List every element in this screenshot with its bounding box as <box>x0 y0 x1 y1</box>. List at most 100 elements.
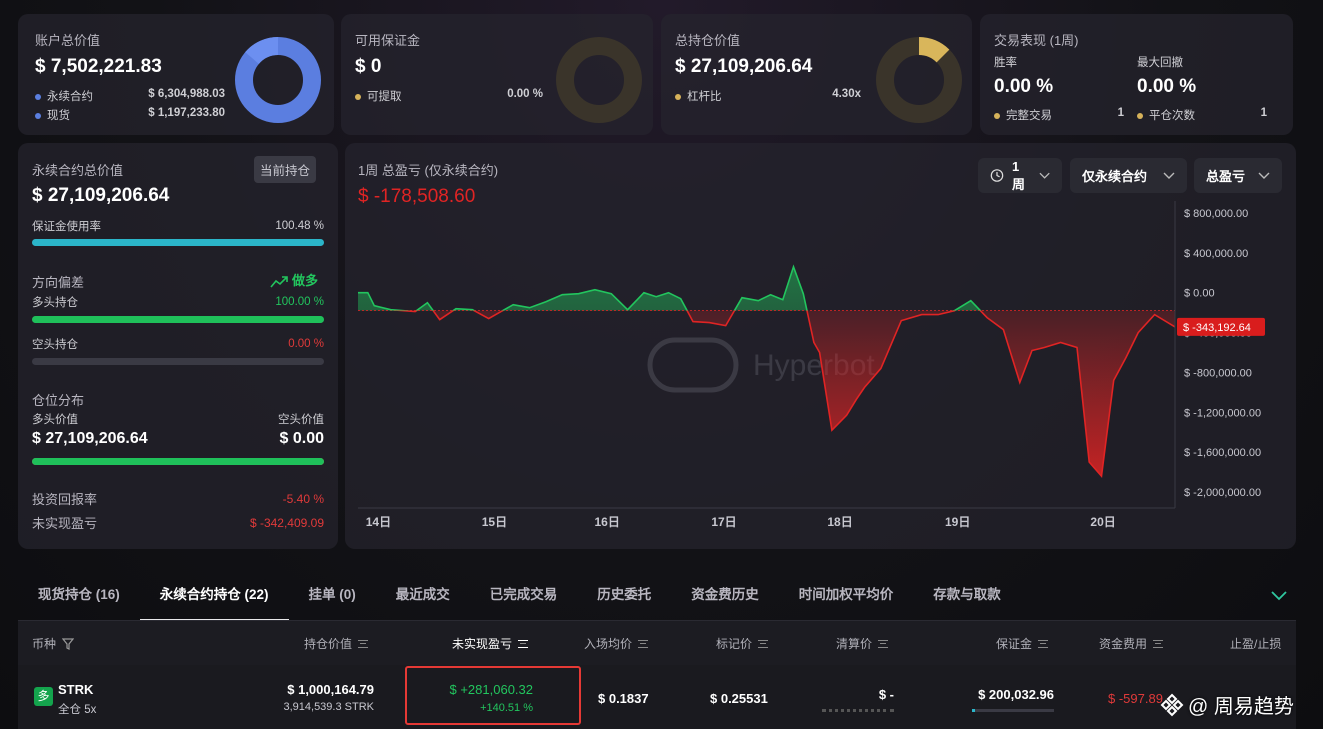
long-side-badge: 多 <box>34 687 53 706</box>
short-value: 0.00 % <box>288 338 324 350</box>
roi-row: 投资回报率 -5.40 % <box>32 491 324 508</box>
position-value-card: 总持仓价值 $ 27,109,206.64 杠杆比 4.30x <box>661 14 972 135</box>
clock-icon <box>990 169 1004 182</box>
margin-mini-bar <box>972 709 1054 712</box>
short-row: 空头持仓 0.00 % <box>32 338 324 351</box>
diamond-logo-icon <box>1160 693 1184 716</box>
margin-donut <box>556 37 642 123</box>
sort-icon <box>638 639 649 648</box>
tab-4[interactable]: 已完成交易 <box>470 577 578 621</box>
bias-label: 方向偏差 <box>32 275 85 290</box>
row-entry: $ 0.1837 <box>598 691 649 706</box>
roi-value: -5.40 % <box>282 491 324 506</box>
dist-bar <box>32 458 324 465</box>
trades-row: 完整交易 1 <box>994 107 1124 123</box>
col-upnl[interactable]: 未实现盈亏 <box>452 635 529 652</box>
y-tick-label: $ -800,000.00 <box>1184 367 1252 379</box>
drawdown-value: 0.00 % <box>1137 76 1197 97</box>
collapse-chevron-icon[interactable] <box>1271 591 1287 601</box>
y-tick-label: $ -2,000,000.00 <box>1184 487 1261 499</box>
account-total-title: 账户总价值 <box>35 33 101 48</box>
y-tick-label: $ -1,200,000.00 <box>1184 407 1261 419</box>
sort-icon <box>758 639 769 648</box>
pnl-chart[interactable]: Hyperbot 14日 15日 16日 17日 18日 19日 20日 $ 800,000… <box>345 195 1296 535</box>
col-entry[interactable]: 入场均价 <box>584 635 649 652</box>
table-header: 币种 持仓价值 未实现盈亏 入场均价 标记价 清算价 保证金 资金费用 止盈/止… <box>18 621 1296 665</box>
chart-title: 1周 总盈亏 (仅永续合约) <box>358 163 499 178</box>
winrate-value: 0.00 % <box>994 76 1054 97</box>
long-amount: $ 27,109,206.64 <box>32 430 148 447</box>
account-total-card: 账户总价值 $ 7,502,221.83 永续合约 $ 6,304,988.03… <box>18 14 334 135</box>
x-tick-label: 19日 <box>945 515 970 529</box>
available-margin-card: 可用保证金 $ 0 可提取 0.00 % <box>341 14 653 135</box>
tab-3[interactable]: 最近成交 <box>376 577 470 621</box>
long-row: 多头持仓 100.00 % <box>32 296 324 309</box>
tab-2[interactable]: 挂单 (0) <box>289 577 376 621</box>
x-tick-label: 16日 <box>595 515 620 529</box>
tab-7[interactable]: 时间加权平均价 <box>779 577 914 621</box>
tab-0[interactable]: 现货持仓 (16) <box>18 577 140 621</box>
dist-labels-row: 多头价值 空头价值 <box>32 414 324 426</box>
metric-dropdown[interactable]: 总盈亏 <box>1194 158 1282 193</box>
sort-icon <box>878 639 889 648</box>
account-spot-row: 现货 $ 1,197,233.80 <box>35 107 225 123</box>
col-margin[interactable]: 保证金 <box>996 635 1049 652</box>
sort-icon <box>1153 639 1164 648</box>
position-donut <box>876 37 962 123</box>
period-dropdown[interactable]: 1周 <box>978 158 1062 193</box>
row-upnl-pct: +140.51 % <box>480 702 533 714</box>
tab-1[interactable]: 永续合约持仓 (22) <box>139 577 289 621</box>
col-position-value[interactable]: 持仓价值 <box>304 635 369 652</box>
y-tick-label: $ 0.00 <box>1184 288 1215 300</box>
dist-values-row: $ 27,109,206.64 $ 0.00 <box>32 430 324 448</box>
positions-tabs: 现货持仓 (16) 永续合约持仓 (22) 挂单 (0) 最近成交 已完成交易 历史委托资… <box>18 577 1296 621</box>
long-value: 100.00 % <box>275 296 324 308</box>
period-value: 1周 <box>1011 158 1025 192</box>
trend-up-icon <box>270 275 288 288</box>
account-perp-value: $ 6,304,988.03 <box>148 88 225 100</box>
col-tpsl[interactable]: 止盈/止损 <box>1230 635 1281 652</box>
drawdown-label: 最大回撤 <box>1137 57 1183 69</box>
leverage-row: 杠杆比 4.30x <box>675 88 861 104</box>
tab-6[interactable]: 资金费历史 <box>671 577 779 621</box>
margin-mode: 全仓 5x <box>58 704 97 716</box>
perp-title: 永续合约总价值 <box>32 163 124 178</box>
coin-symbol[interactable]: STRK <box>58 682 93 697</box>
y-tick-label: $ 800,000.00 <box>1184 208 1248 220</box>
row-margin: $ 200,032.96 <box>978 687 1054 702</box>
winrate-label: 胜率 <box>994 57 1017 69</box>
row-upnl: $ +281,060.32 <box>449 682 534 697</box>
row-size: 3,914,539.3 STRK <box>283 701 374 713</box>
liq-dotted-bar <box>822 709 894 712</box>
long-fill <box>32 316 324 323</box>
closes-row: 平仓次数 1 <box>1137 107 1267 123</box>
y-tick-label: $ -1,600,000.00 <box>1184 447 1261 459</box>
current-position-badge[interactable]: 当前持仓 <box>254 156 317 183</box>
filter-icon[interactable] <box>62 637 75 650</box>
long-bar <box>32 316 324 323</box>
table-row[interactable]: 多 STRK 全仓 5x $ 1,000,164.79 3,914,539.3 … <box>18 665 1296 729</box>
withdraw-value: 0.00 % <box>507 88 543 100</box>
margin-usage-fill <box>32 239 324 246</box>
tab-5[interactable]: 历史委托 <box>577 577 671 621</box>
col-coin[interactable]: 币种 <box>32 635 75 652</box>
account-donut <box>235 36 321 123</box>
tab-8[interactable]: 存款与取款 <box>913 577 1021 621</box>
perp-total-value: $ 27,109,206.64 <box>32 185 170 206</box>
col-liq[interactable]: 清算价 <box>836 635 889 652</box>
metric-value: 总盈亏 <box>1206 169 1246 184</box>
col-funding[interactable]: 资金费用 <box>1099 635 1164 652</box>
performance-card: 交易表现 (1周) 胜率 0.00 % 最大回撤 0.00 % 完整交易 1 平… <box>980 14 1293 135</box>
upnl-value: $ -342,409.09 <box>249 515 324 530</box>
col-mark[interactable]: 标记价 <box>716 635 769 652</box>
brand-watermark: @ 周易趋势 <box>1160 690 1294 719</box>
chevron-down-icon <box>1258 172 1270 179</box>
margin-value: $ 0 <box>355 56 382 77</box>
account-perp-row: 永续合约 $ 6,304,988.03 <box>35 88 225 104</box>
account-spot-value: $ 1,197,233.80 <box>148 107 225 119</box>
short-bar <box>32 358 324 365</box>
short-amount: $ 0.00 <box>279 430 324 447</box>
row-value: $ 1,000,164.79 <box>287 682 374 697</box>
scope-dropdown[interactable]: 仅永续合约 <box>1070 158 1187 193</box>
margin-usage-bar <box>32 239 324 246</box>
